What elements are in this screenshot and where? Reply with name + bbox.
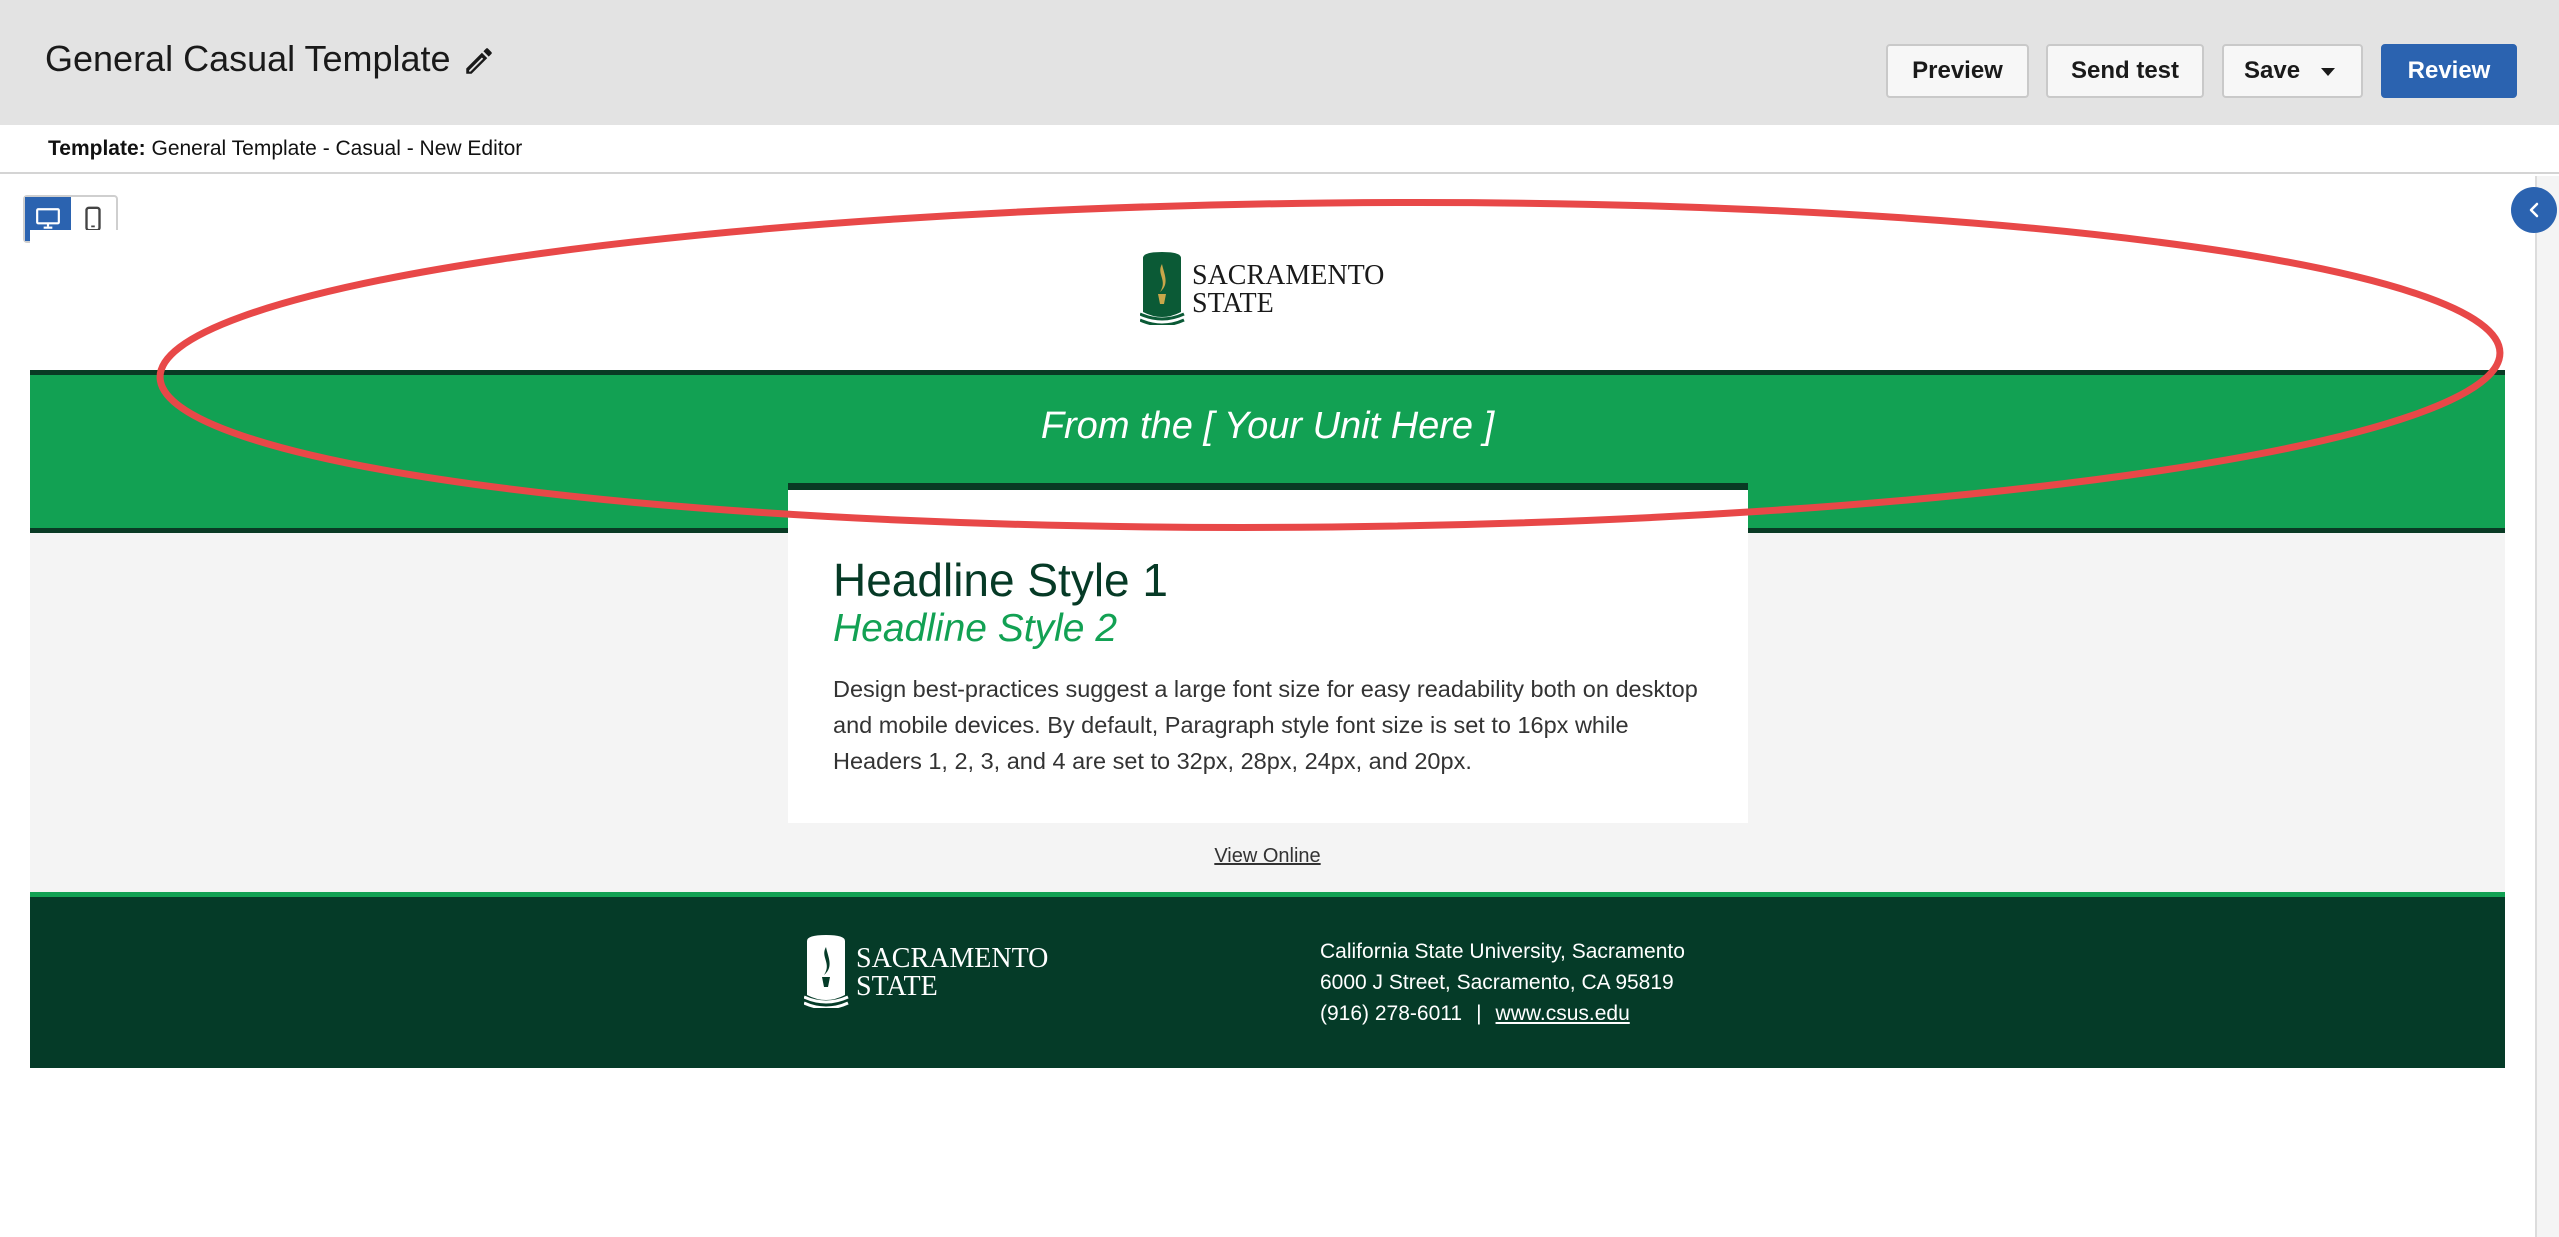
- logo-footer-line1: SACRAMENTO: [856, 943, 1048, 974]
- footer-separator: |: [1476, 1002, 1482, 1025]
- unit-banner-text: From the [ Your Unit Here ]: [1040, 405, 1495, 447]
- view-online-link[interactable]: View Online: [30, 845, 2505, 868]
- send-test-button[interactable]: Send test: [2046, 44, 2204, 98]
- desktop-icon: [35, 208, 60, 229]
- review-button[interactable]: Review: [2381, 44, 2517, 98]
- logo-top-line2: STATE: [1192, 288, 1274, 319]
- headline-style-2[interactable]: Headline Style 2: [833, 607, 1117, 651]
- caret-down-icon[interactable]: [2321, 68, 2335, 76]
- logo-top-line1: SACRAMENTO: [1192, 260, 1384, 291]
- template-info-value: General Template - Casual - New Editor: [151, 137, 523, 160]
- footer-website-link[interactable]: www.csus.edu: [1496, 1002, 1630, 1025]
- pencil-icon[interactable]: [462, 44, 496, 78]
- template-info-bar: Template: General Template - Casual - Ne…: [0, 125, 2559, 174]
- chevron-left-icon: [2529, 202, 2539, 218]
- template-info-label: Template:: [48, 137, 146, 160]
- body-paragraph[interactable]: Design best-practices suggest a large fo…: [833, 671, 1723, 779]
- collapse-panel-button[interactable]: [2511, 187, 2557, 233]
- footer-address-line1: California State University, Sacramento: [1320, 940, 1685, 963]
- template-title: General Casual Template: [45, 38, 451, 79]
- template-info: Template: General Template - Casual - Ne…: [48, 137, 522, 161]
- save-button-label: Save: [2244, 57, 2301, 84]
- footer-address-line2: 6000 J Street, Sacramento, CA 95819: [1320, 971, 1674, 994]
- email-footer[interactable]: [30, 892, 2505, 1068]
- sac-state-footer-logo: SACRAMENTO STATE: [804, 935, 1048, 1008]
- footer-phone: (916) 278-6011: [1320, 1002, 1463, 1025]
- logo-footer-line2: STATE: [856, 971, 938, 1002]
- headline-style-1[interactable]: Headline Style 1: [833, 553, 1168, 607]
- footer-contact-line: (916) 278-6011 | www.csus.edu: [1320, 1002, 1630, 1026]
- preview-button[interactable]: Preview: [1886, 44, 2029, 98]
- save-button[interactable]: Save: [2222, 44, 2363, 98]
- mobile-icon: [85, 206, 101, 232]
- sac-state-logo: SACRAMENTO STATE: [1140, 252, 1384, 325]
- canvas-scrollbar[interactable]: [2535, 176, 2559, 1237]
- editor-topbar: General Casual Template Preview Send tes…: [0, 0, 2559, 125]
